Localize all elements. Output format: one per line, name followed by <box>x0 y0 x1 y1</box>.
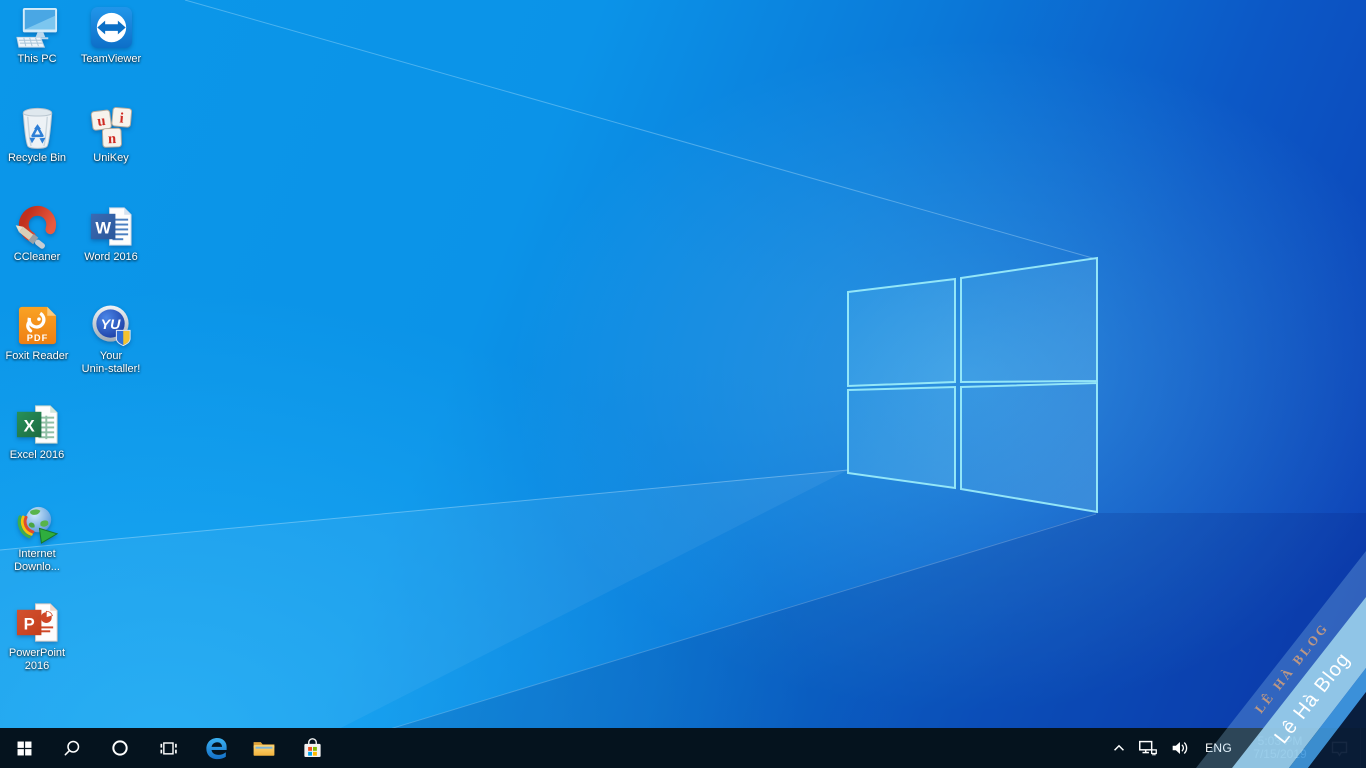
action-center-button[interactable] <box>1319 728 1360 768</box>
idm-icon <box>15 501 60 546</box>
desktop-icon-label: Recycle Bin <box>8 152 66 165</box>
edge-button[interactable] <box>192 728 240 768</box>
start-button[interactable] <box>0 728 48 768</box>
desktop-icon-your-uninstaller[interactable]: YU YourUnin-staller! <box>73 303 149 376</box>
desktop-icon-label: Excel 2016 <box>10 449 64 462</box>
system-tray: ENG 5:03 PM 7/15/2019 <box>1106 728 1366 768</box>
chevron-up-icon <box>1111 740 1127 756</box>
edge-icon <box>203 735 230 762</box>
cortana-icon <box>110 738 130 758</box>
language-label: ENG <box>1205 741 1232 755</box>
desktop-icon-label: Foxit Reader <box>6 350 69 363</box>
powerpoint-letter: P <box>23 614 34 633</box>
excel-letter: X <box>23 416 34 435</box>
file-explorer-button[interactable] <box>240 728 288 768</box>
language-indicator[interactable]: ENG <box>1196 728 1241 768</box>
desktop-icon-label: TeamViewer <box>81 53 141 66</box>
desktop-icon-label: YourUnin-staller! <box>82 350 141 376</box>
desktop-icon-word-2016[interactable]: W Word 2016 <box>73 204 149 264</box>
network-button[interactable] <box>1132 728 1164 768</box>
desktop-icon-this-pc[interactable]: This PC <box>0 6 75 66</box>
wallpaper-light-beams-and-logo <box>0 0 1366 768</box>
desktop-icon-label: This PC <box>17 53 56 66</box>
your-uninstaller-icon: YU <box>89 303 134 348</box>
network-icon <box>1137 737 1159 759</box>
powerpoint-2016-icon: P <box>15 600 60 645</box>
show-desktop-button[interactable] <box>1360 728 1366 768</box>
unikey-letter-n: n <box>107 131 116 147</box>
desktop-icon-powerpoint-2016[interactable]: P PowerPoint2016 <box>0 600 75 673</box>
store-button[interactable] <box>288 728 336 768</box>
foxit-pdf-text: PDF <box>26 333 47 343</box>
store-icon <box>300 736 325 761</box>
task-view-icon <box>158 738 178 758</box>
windows-desktop: This PC TeamViewer <box>0 0 1366 768</box>
cortana-button[interactable] <box>96 728 144 768</box>
volume-icon <box>1169 737 1191 759</box>
desktop-icon-teamviewer[interactable]: TeamViewer <box>73 6 149 66</box>
desktop-icon-label: Word 2016 <box>84 251 138 264</box>
hidden-icons-button[interactable] <box>1106 728 1132 768</box>
windows-logo <box>848 258 1097 512</box>
desktop-icon-ccleaner[interactable]: CCleaner <box>0 204 75 264</box>
clock-date: 7/15/2019 <box>1253 748 1306 761</box>
task-view-button[interactable] <box>144 728 192 768</box>
word-2016-icon: W <box>89 204 134 249</box>
taskbar: ENG 5:03 PM 7/15/2019 <box>0 728 1366 768</box>
this-pc-icon <box>15 6 60 51</box>
recycle-bin-icon <box>15 105 60 150</box>
search-icon <box>62 738 82 758</box>
desktop-icon-label: CCleaner <box>14 251 60 264</box>
desktop-icon-foxit-reader[interactable]: PDF Foxit Reader <box>0 303 75 363</box>
unikey-icon: u i n <box>89 105 134 150</box>
teamviewer-icon <box>89 6 134 51</box>
desktop-icon-label: UniKey <box>93 152 128 165</box>
file-explorer-icon <box>251 735 277 761</box>
desktop-icon-label: PowerPoint2016 <box>9 647 65 673</box>
excel-2016-icon: X <box>15 402 60 447</box>
desktop-icon-recycle-bin[interactable]: Recycle Bin <box>0 105 75 165</box>
action-center-icon <box>1329 738 1350 759</box>
windows-start-icon <box>15 739 34 758</box>
word-letter: W <box>95 218 111 237</box>
taskbar-clock[interactable]: 5:03 PM 7/15/2019 <box>1241 728 1319 768</box>
ccleaner-icon <box>15 204 60 249</box>
volume-button[interactable] <box>1164 728 1196 768</box>
desktop-icon-unikey[interactable]: u i n UniKey <box>73 105 149 165</box>
desktop-icon-excel-2016[interactable]: X Excel 2016 <box>0 402 75 462</box>
search-button[interactable] <box>48 728 96 768</box>
foxit-reader-icon: PDF <box>15 303 60 348</box>
desktop-icon-internet-download-manager[interactable]: InternetDownlo... <box>0 501 75 574</box>
desktop-icon-label: InternetDownlo... <box>14 548 60 574</box>
